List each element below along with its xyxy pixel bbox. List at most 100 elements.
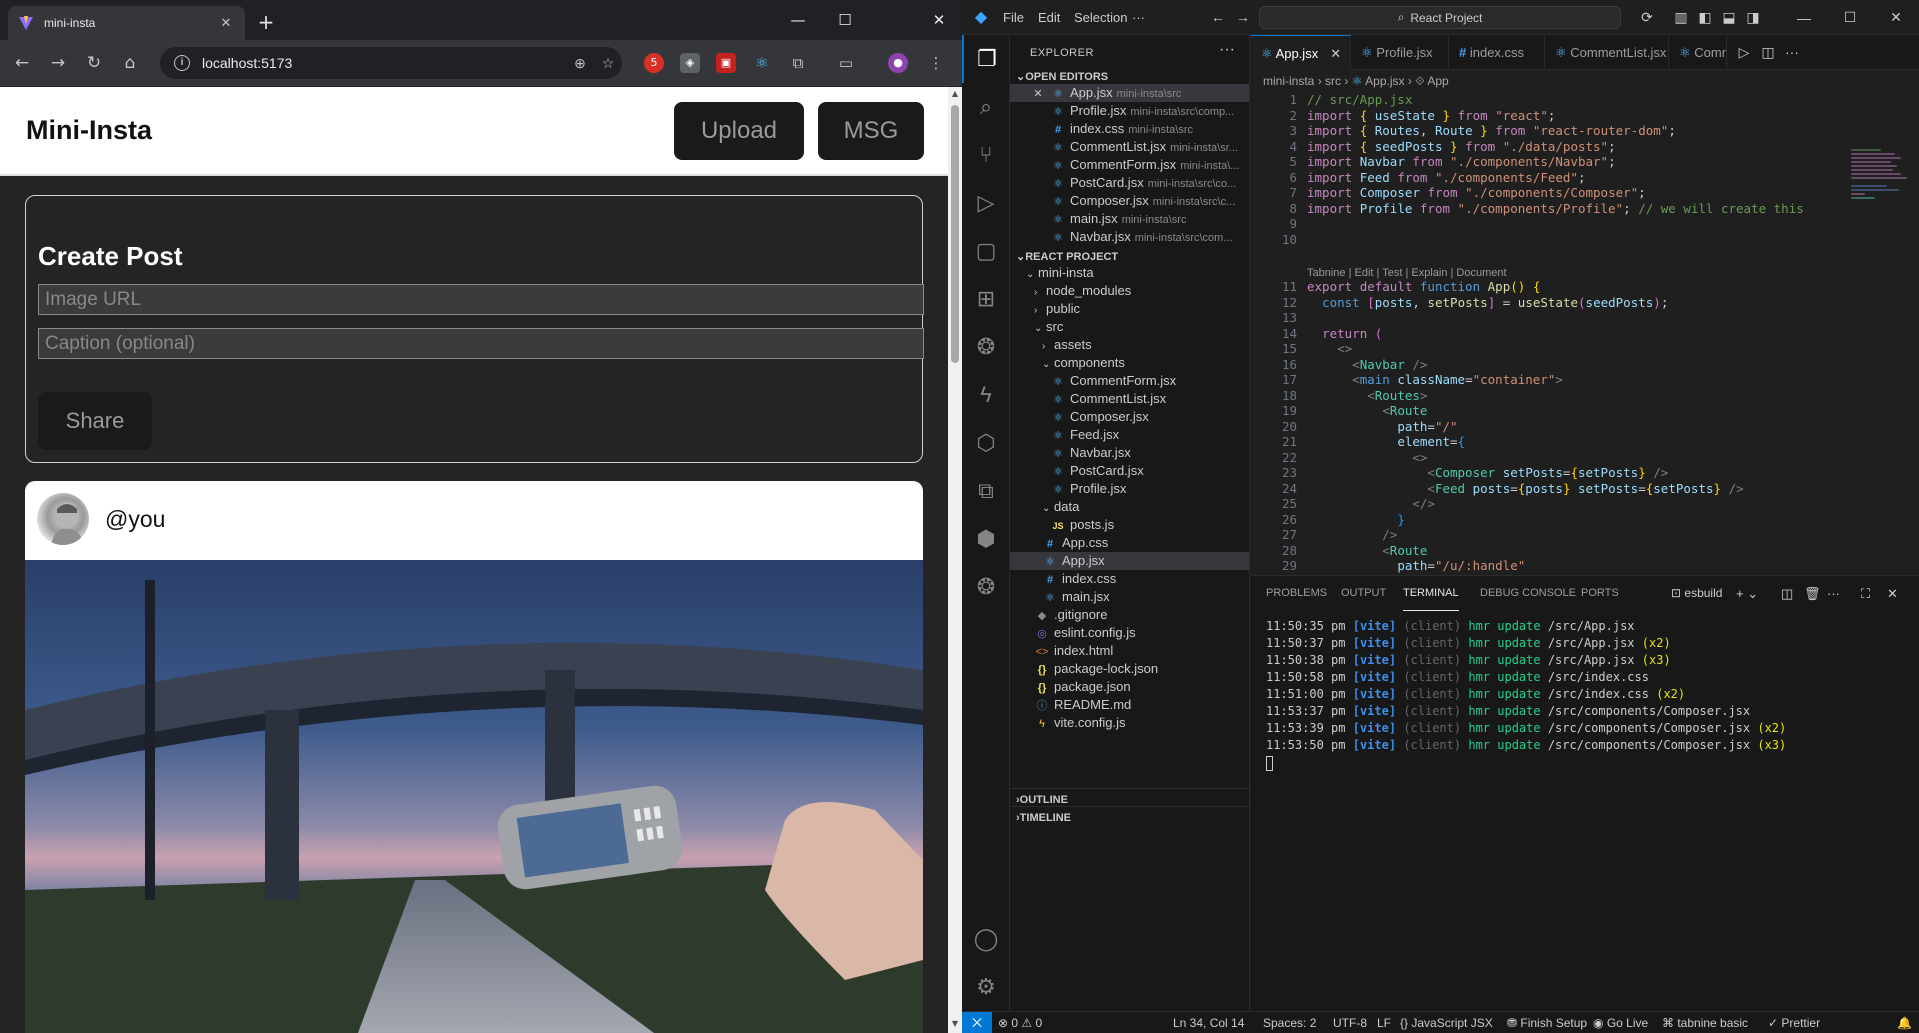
close-editor-icon[interactable]: ✕ <box>1030 85 1046 102</box>
open-editor-item[interactable]: ⚛ main.jsx mini-insta\src <box>1010 210 1249 228</box>
editor-tab-profile[interactable]: ⚛ Profile.jsx <box>1351 35 1449 70</box>
close-window-icon[interactable]: ✕ <box>916 0 962 40</box>
split-terminal-icon[interactable]: ◫ <box>1781 576 1793 611</box>
explorer-more-icon[interactable]: ··· <box>1219 41 1235 59</box>
tree-folder[interactable]: › public <box>1010 300 1249 318</box>
new-tab-icon[interactable]: + <box>252 8 280 36</box>
menu-more[interactable]: ··· <box>1132 0 1145 35</box>
open-editor-item[interactable]: ⚛ PostCard.jsx mini-insta\src\co... <box>1010 174 1249 192</box>
cursor-position[interactable]: Ln 34, Col 14 <box>1173 1012 1244 1033</box>
open-editor-item[interactable]: ⚛ CommentForm.jsx mini-insta\... <box>1010 156 1249 174</box>
minimap[interactable] <box>1851 149 1911 259</box>
tree-folder[interactable]: › node_modules <box>1010 282 1249 300</box>
remote-indicator-icon[interactable]: ⨉ <box>962 1012 992 1033</box>
encoding[interactable]: UTF-8 <box>1333 1012 1367 1033</box>
indentation[interactable]: Spaces: 2 <box>1263 1012 1316 1033</box>
forward-icon[interactable]: → <box>44 49 72 77</box>
source-control-icon[interactable]: ⑂ <box>962 131 1010 179</box>
maximize-panel-icon[interactable]: ⛶ <box>1861 576 1870 611</box>
breadcrumb-src[interactable]: src <box>1325 74 1341 88</box>
panel-tab-ports[interactable]: PORTS <box>1581 576 1619 611</box>
tree-file[interactable]: {} package.json <box>1010 678 1249 696</box>
vscode-close-icon[interactable]: ✕ <box>1873 0 1919 35</box>
page-scrollbar[interactable]: ▲ ▼ <box>948 87 962 1033</box>
close-panel-icon[interactable]: ✕ <box>1887 576 1898 611</box>
settings-gear-icon[interactable]: ⚙ <box>962 963 1010 1011</box>
tree-file[interactable]: ⚛ main.jsx <box>1010 588 1249 606</box>
go-live[interactable]: ◉ Go Live <box>1593 1012 1648 1033</box>
editor-tab-commentlist[interactable]: ⚛ CommentList.jsx <box>1545 35 1669 70</box>
address-bar[interactable]: i localhost:5173 ⊕ ☆ <box>160 47 622 79</box>
tree-file[interactable]: ⚛ CommentList.jsx <box>1010 390 1249 408</box>
tree-folder[interactable]: › assets <box>1010 336 1249 354</box>
panel-tab-terminal[interactable]: TERMINAL <box>1403 576 1459 611</box>
open-editor-item[interactable]: # index.css mini-insta\src <box>1010 120 1249 138</box>
split-editor-icon[interactable]: ◫ <box>1755 35 1781 70</box>
editor-tab-app[interactable]: ⚛ App.jsx ✕ <box>1251 35 1351 70</box>
bookmark-star-icon[interactable]: ☆ <box>594 55 622 72</box>
tabnine-status[interactable]: ⌘ tabnine basic <box>1662 1012 1748 1033</box>
menu-file[interactable]: File <box>1003 0 1024 35</box>
post-author-handle[interactable]: @you <box>105 506 165 533</box>
tree-file[interactable]: # index.css <box>1010 570 1249 588</box>
breadcrumb-folder[interactable]: mini-insta <box>1263 74 1314 88</box>
tree-folder[interactable]: ⌄ src <box>1010 318 1249 336</box>
vscode-maximize-icon[interactable]: ☐ <box>1827 0 1873 35</box>
lightning-icon[interactable]: ϟ <box>962 371 1010 419</box>
testing-icon[interactable]: ⬡ <box>962 419 1010 467</box>
extension-cube-icon[interactable]: ◈ <box>680 53 700 73</box>
remote-explorer-icon[interactable]: ▢ <box>962 227 1010 275</box>
tree-folder[interactable]: ⌄ data <box>1010 498 1249 516</box>
terminal-instance[interactable]: ⊡ esbuild <box>1671 576 1722 611</box>
scroll-up-icon[interactable]: ▲ <box>950 89 960 99</box>
extension-adblock-icon[interactable]: 5 <box>644 53 664 73</box>
accounts-icon[interactable]: ◯ <box>962 915 1010 963</box>
line-endings[interactable]: LF <box>1377 1012 1391 1033</box>
menu-edit[interactable]: Edit <box>1038 0 1060 35</box>
tree-file[interactable]: ⓘ README.md <box>1010 696 1249 714</box>
notifications-icon[interactable]: 🔔 <box>1897 1012 1912 1033</box>
panel-tab-output[interactable]: OUTPUT <box>1341 576 1386 611</box>
toggle-panel-icon[interactable]: ⬓ <box>1716 0 1742 35</box>
tree-file[interactable]: ⚛ Navbar.jsx <box>1010 444 1249 462</box>
panel-tab-problems[interactable]: PROBLEMS <box>1266 576 1327 611</box>
panel-tab-debug-console[interactable]: DEBUG CONSOLE <box>1480 576 1576 611</box>
image-url-input[interactable]: Image URL <box>38 284 924 315</box>
close-editor-icon[interactable]: ✕ <box>1330 46 1341 61</box>
nav-forward-icon[interactable]: → <box>1230 0 1256 35</box>
prettier-status[interactable]: ✓ Prettier <box>1768 1012 1820 1033</box>
language-mode[interactable]: {} JavaScript JSX <box>1400 1012 1493 1033</box>
tree-folder[interactable]: ⌄ components <box>1010 354 1249 372</box>
tree-file[interactable]: ◆ .gitignore <box>1010 606 1249 624</box>
breadcrumb-symbol[interactable]: App <box>1427 74 1448 88</box>
command-center-search[interactable]: ⌕ React Project <box>1259 6 1621 29</box>
open-editor-item[interactable]: ⚛ Navbar.jsx mini-insta\src\com... <box>1010 228 1249 246</box>
tree-folder[interactable]: ⌄ mini-insta <box>1010 264 1249 282</box>
editor-tab-indexcss[interactable]: # index.css <box>1449 35 1545 70</box>
msg-button[interactable]: MSG <box>818 102 924 160</box>
problems-status[interactable]: ⊗ 0 ⚠ 0 <box>998 1012 1042 1033</box>
share-button[interactable]: Share <box>38 392 152 450</box>
maximize-icon[interactable]: ☐ <box>822 0 868 40</box>
user-avatar[interactable] <box>37 493 89 545</box>
tree-file[interactable]: {} package-lock.json <box>1010 660 1249 678</box>
upload-button[interactable]: Upload <box>674 102 804 160</box>
editor-tab-commentform[interactable]: ⚛ Comm <box>1669 35 1727 70</box>
explorer-icon[interactable]: ❐ <box>962 35 1010 83</box>
site-info-icon[interactable]: i <box>174 55 190 71</box>
tree-file[interactable]: JS posts.js <box>1010 516 1249 534</box>
scrollbar-thumb[interactable] <box>951 105 959 363</box>
python-env-icon[interactable]: ❂ <box>962 563 1010 611</box>
run-file-icon[interactable]: ▷ <box>1731 35 1757 70</box>
extension-gift-icon[interactable]: ▣ <box>716 53 736 73</box>
menu-selection[interactable]: Selection <box>1074 0 1127 35</box>
tree-file[interactable]: ⚛ App.jsx <box>1010 552 1249 570</box>
kill-terminal-icon[interactable]: 🗑 <box>1804 576 1821 611</box>
toggle-secondary-sidebar-icon[interactable]: ◨ <box>1740 0 1766 35</box>
home-icon[interactable]: ⌂ <box>116 49 144 77</box>
tree-file[interactable]: ⚛ Feed.jsx <box>1010 426 1249 444</box>
copilot-icon[interactable]: ⟳ <box>1634 0 1660 35</box>
profile-avatar-icon[interactable]: ● <box>888 53 908 73</box>
tree-file[interactable]: # App.css <box>1010 534 1249 552</box>
tree-file[interactable]: ⚛ CommentForm.jsx <box>1010 372 1249 390</box>
